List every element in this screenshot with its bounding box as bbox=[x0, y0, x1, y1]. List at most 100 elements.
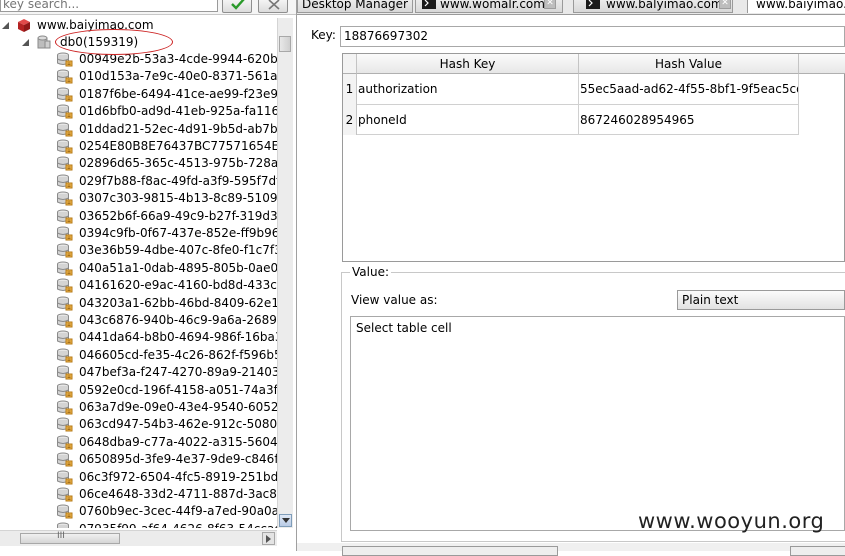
tree-key-label: 04161620-e9ac-4160-bd8d-433c09 bbox=[79, 278, 277, 293]
tree-key-item[interactable]: 04161620-e9ac-4160-bd8d-433c09 bbox=[56, 277, 277, 294]
tab-balyimao[interactable]: www.balyimao.com ✕ bbox=[573, 0, 733, 13]
tree-key-label: 03652b6f-66a9-49c9-b27f-319d3f5e bbox=[79, 208, 277, 223]
scroll-down-button[interactable] bbox=[279, 514, 292, 527]
horizontal-scroll-thumb[interactable]: III bbox=[20, 531, 120, 544]
hash-key-icon bbox=[57, 156, 73, 171]
tree-key-item[interactable]: 0648dba9-c77a-4022-a315-5604eb bbox=[56, 434, 277, 451]
tree-key-item[interactable]: 040a51a1-0dab-4895-805b-0ae0dt bbox=[56, 260, 277, 277]
key-search-input[interactable] bbox=[0, 0, 218, 12]
tree-scroll-thumb[interactable] bbox=[279, 36, 291, 52]
tree-key-item[interactable]: 043203a1-62bb-46bd-8409-62e13b bbox=[56, 295, 277, 312]
hash-key-icon bbox=[57, 452, 73, 467]
hash-table: Hash Key Hash Value 1 authorization 55ec… bbox=[342, 53, 845, 262]
tree-key-label: 06ce4648-33d2-4711-887d-3ac861 bbox=[79, 487, 277, 501]
scroll-right-button[interactable] bbox=[262, 532, 275, 545]
red-circle-annotation bbox=[55, 29, 173, 55]
tree-key-label: 01d6bfb0-ad9d-41eb-925a-fa1169e bbox=[79, 104, 277, 119]
tree-key-item[interactable]: 043c6876-940b-46c9-9a6a-268931 bbox=[56, 312, 277, 329]
table-cell-hash-value[interactable]: 867246028954965 bbox=[579, 105, 799, 135]
tree-key-item[interactable]: 0307c303-9815-4b13-8c89-510911 bbox=[56, 190, 277, 207]
tree-key-label: 010d153a-7e9c-40e0-8371-561a2d bbox=[79, 69, 277, 84]
tree-key-label: 0187f6be-6494-41ce-ae99-f23e99e bbox=[79, 86, 277, 101]
tree-key-item[interactable]: 06c3f972-6504-4fc5-8919-251bd8d bbox=[56, 469, 277, 486]
hash-key-icon bbox=[57, 122, 73, 137]
apply-search-button[interactable] bbox=[222, 0, 252, 13]
tree-key-label: 07935f99-af64-4626-8f63-54ccad36 bbox=[79, 521, 277, 528]
hash-key-icon bbox=[57, 261, 73, 276]
tree-key-item[interactable]: 0441da64-b8b0-4694-986f-16ba30 bbox=[56, 329, 277, 346]
bottom-button[interactable] bbox=[342, 546, 558, 556]
tab-label: www.baiyimao.c bbox=[756, 0, 845, 11]
table-cell-hash-key[interactable]: phoneId bbox=[357, 105, 579, 135]
chevron-down-icon bbox=[282, 518, 290, 523]
expand-arrow-icon[interactable] bbox=[22, 39, 29, 46]
tree-key-item[interactable]: 03652b6f-66a9-49c9-b27f-319d3f5e bbox=[56, 208, 277, 225]
tree-key-item[interactable]: 010d153a-7e9c-40e0-8371-561a2d bbox=[56, 68, 277, 85]
tab-baiyimao-active[interactable]: www.baiyimao.c bbox=[747, 0, 845, 13]
tree-key-item[interactable]: 063a7d9e-09e0-43e4-9540-6052fd bbox=[56, 399, 277, 416]
tree-key-label: 0307c303-9815-4b13-8c89-510911 bbox=[79, 191, 277, 206]
tab-womalr[interactable]: www.womalr.com ✕ bbox=[415, 0, 563, 13]
tree-key-item[interactable]: 063cd947-54b3-462e-912c-50803e bbox=[56, 416, 277, 433]
hash-key-icon bbox=[57, 226, 73, 241]
tree-key-item[interactable]: 047bef3a-f247-4270-89a9-21403c3 bbox=[56, 364, 277, 381]
tab-desktop-manager[interactable]: Desktop Manager bbox=[297, 0, 413, 13]
expand-arrow-icon[interactable] bbox=[2, 22, 9, 29]
tree-vertical-scrollbar[interactable] bbox=[277, 18, 293, 528]
hash-key-icon bbox=[57, 330, 73, 345]
row-number: 1 bbox=[343, 74, 357, 105]
tree-key-item[interactable]: 0394c9fb-0f67-437e-852e-ff9b96a7 bbox=[56, 225, 277, 242]
clear-search-button[interactable] bbox=[258, 0, 288, 13]
tree-key-item[interactable]: 0760b9ec-3cec-44f9-a7ed-90a0ad9 bbox=[56, 503, 277, 520]
chevron-right-icon bbox=[266, 535, 271, 543]
tree-key-item[interactable]: 06ce4648-33d2-4711-887d-3ac861 bbox=[56, 486, 277, 503]
value-group-title: Value: bbox=[350, 265, 391, 279]
tree-key-label: 029f7b88-f8ac-49fd-a3f9-595f7dfc7 bbox=[79, 173, 277, 188]
tree-key-item[interactable]: 03e36b59-4dbe-407c-8fe0-f1c7f362 bbox=[56, 242, 277, 259]
terminal-icon bbox=[586, 0, 600, 9]
hash-key-icon bbox=[57, 417, 73, 432]
column-header-hash-key[interactable]: Hash Key bbox=[357, 54, 579, 74]
view-as-selected-value: Plain text bbox=[682, 293, 739, 307]
tab-close-icon[interactable]: ✕ bbox=[544, 0, 556, 9]
tab-close-icon[interactable]: ✕ bbox=[719, 0, 731, 9]
tree-key-item[interactable]: 0254E80B8E76437BC77571654E2 bbox=[56, 138, 277, 155]
hash-key-icon bbox=[57, 470, 73, 485]
hash-key-icon bbox=[57, 104, 73, 119]
tree-key-label: 063cd947-54b3-462e-912c-50803e bbox=[79, 417, 277, 432]
hash-key-icon bbox=[57, 400, 73, 415]
tree-key-label: 03e36b59-4dbe-407c-8fe0-f1c7f362 bbox=[79, 243, 277, 258]
tree-key-label: 0441da64-b8b0-4694-986f-16ba30 bbox=[79, 330, 277, 345]
tree-key-item[interactable]: 02896d65-365c-4513-975b-728a8a bbox=[56, 155, 277, 172]
row-number-header bbox=[343, 54, 357, 74]
hash-key-icon bbox=[57, 87, 73, 102]
hash-key-icon bbox=[57, 296, 73, 311]
tree-key-label: 043c6876-940b-46c9-9a6a-268931 bbox=[79, 313, 277, 327]
hash-key-icon bbox=[57, 487, 73, 502]
tree-key-item[interactable]: 0592e0cd-196f-4158-a051-74a3f6b bbox=[56, 382, 277, 399]
hash-key-icon bbox=[57, 435, 73, 450]
tree-key-item[interactable]: 07935f99-af64-4626-8f63-54ccad36 bbox=[56, 521, 277, 528]
key-label: Key: bbox=[311, 28, 336, 42]
table-cell-hash-value[interactable]: 55ec5aad-ad62-4f55-8bf1-9f5eac5cd09 bbox=[579, 74, 799, 105]
tree-key-item[interactable]: 046605cd-fe35-4c26-862f-f596b56 bbox=[56, 347, 277, 364]
tree-key-item[interactable]: 01d6bfb0-ad9d-41eb-925a-fa1169e bbox=[56, 103, 277, 120]
value-text-area[interactable]: Select table cell bbox=[350, 316, 845, 531]
tree-key-label: 0394c9fb-0f67-437e-852e-ff9b96a7 bbox=[79, 226, 277, 240]
key-value-field[interactable]: 18876697302 bbox=[340, 26, 845, 47]
bottom-button-right[interactable] bbox=[790, 546, 845, 556]
tree-key-item[interactable]: 01ddad21-52ec-4d91-9b5d-ab7b5b bbox=[56, 121, 277, 138]
table-cell-hash-key[interactable]: authorization bbox=[357, 74, 579, 105]
tab-label: www.balyimao.com bbox=[606, 0, 723, 11]
column-header-hash-value[interactable]: Hash Value bbox=[579, 54, 799, 74]
tree-key-label: 02896d65-365c-4513-975b-728a8a bbox=[79, 156, 277, 171]
hash-key-icon bbox=[57, 52, 73, 67]
tab-label: Desktop Manager bbox=[302, 0, 408, 11]
tree-key-label: 063a7d9e-09e0-43e4-9540-6052fd bbox=[79, 400, 277, 414]
tree-key-item[interactable]: 029f7b88-f8ac-49fd-a3f9-595f7dfc7 bbox=[56, 173, 277, 190]
tree-horizontal-scrollbar[interactable]: III bbox=[0, 530, 277, 546]
tree-key-item[interactable]: 0187f6be-6494-41ce-ae99-f23e99e bbox=[56, 86, 277, 103]
view-as-select[interactable]: Plain text bbox=[677, 290, 845, 310]
check-icon bbox=[231, 0, 245, 10]
tree-key-item[interactable]: 0650895d-3fe9-4e37-9de9-c846fe7 bbox=[56, 451, 277, 468]
